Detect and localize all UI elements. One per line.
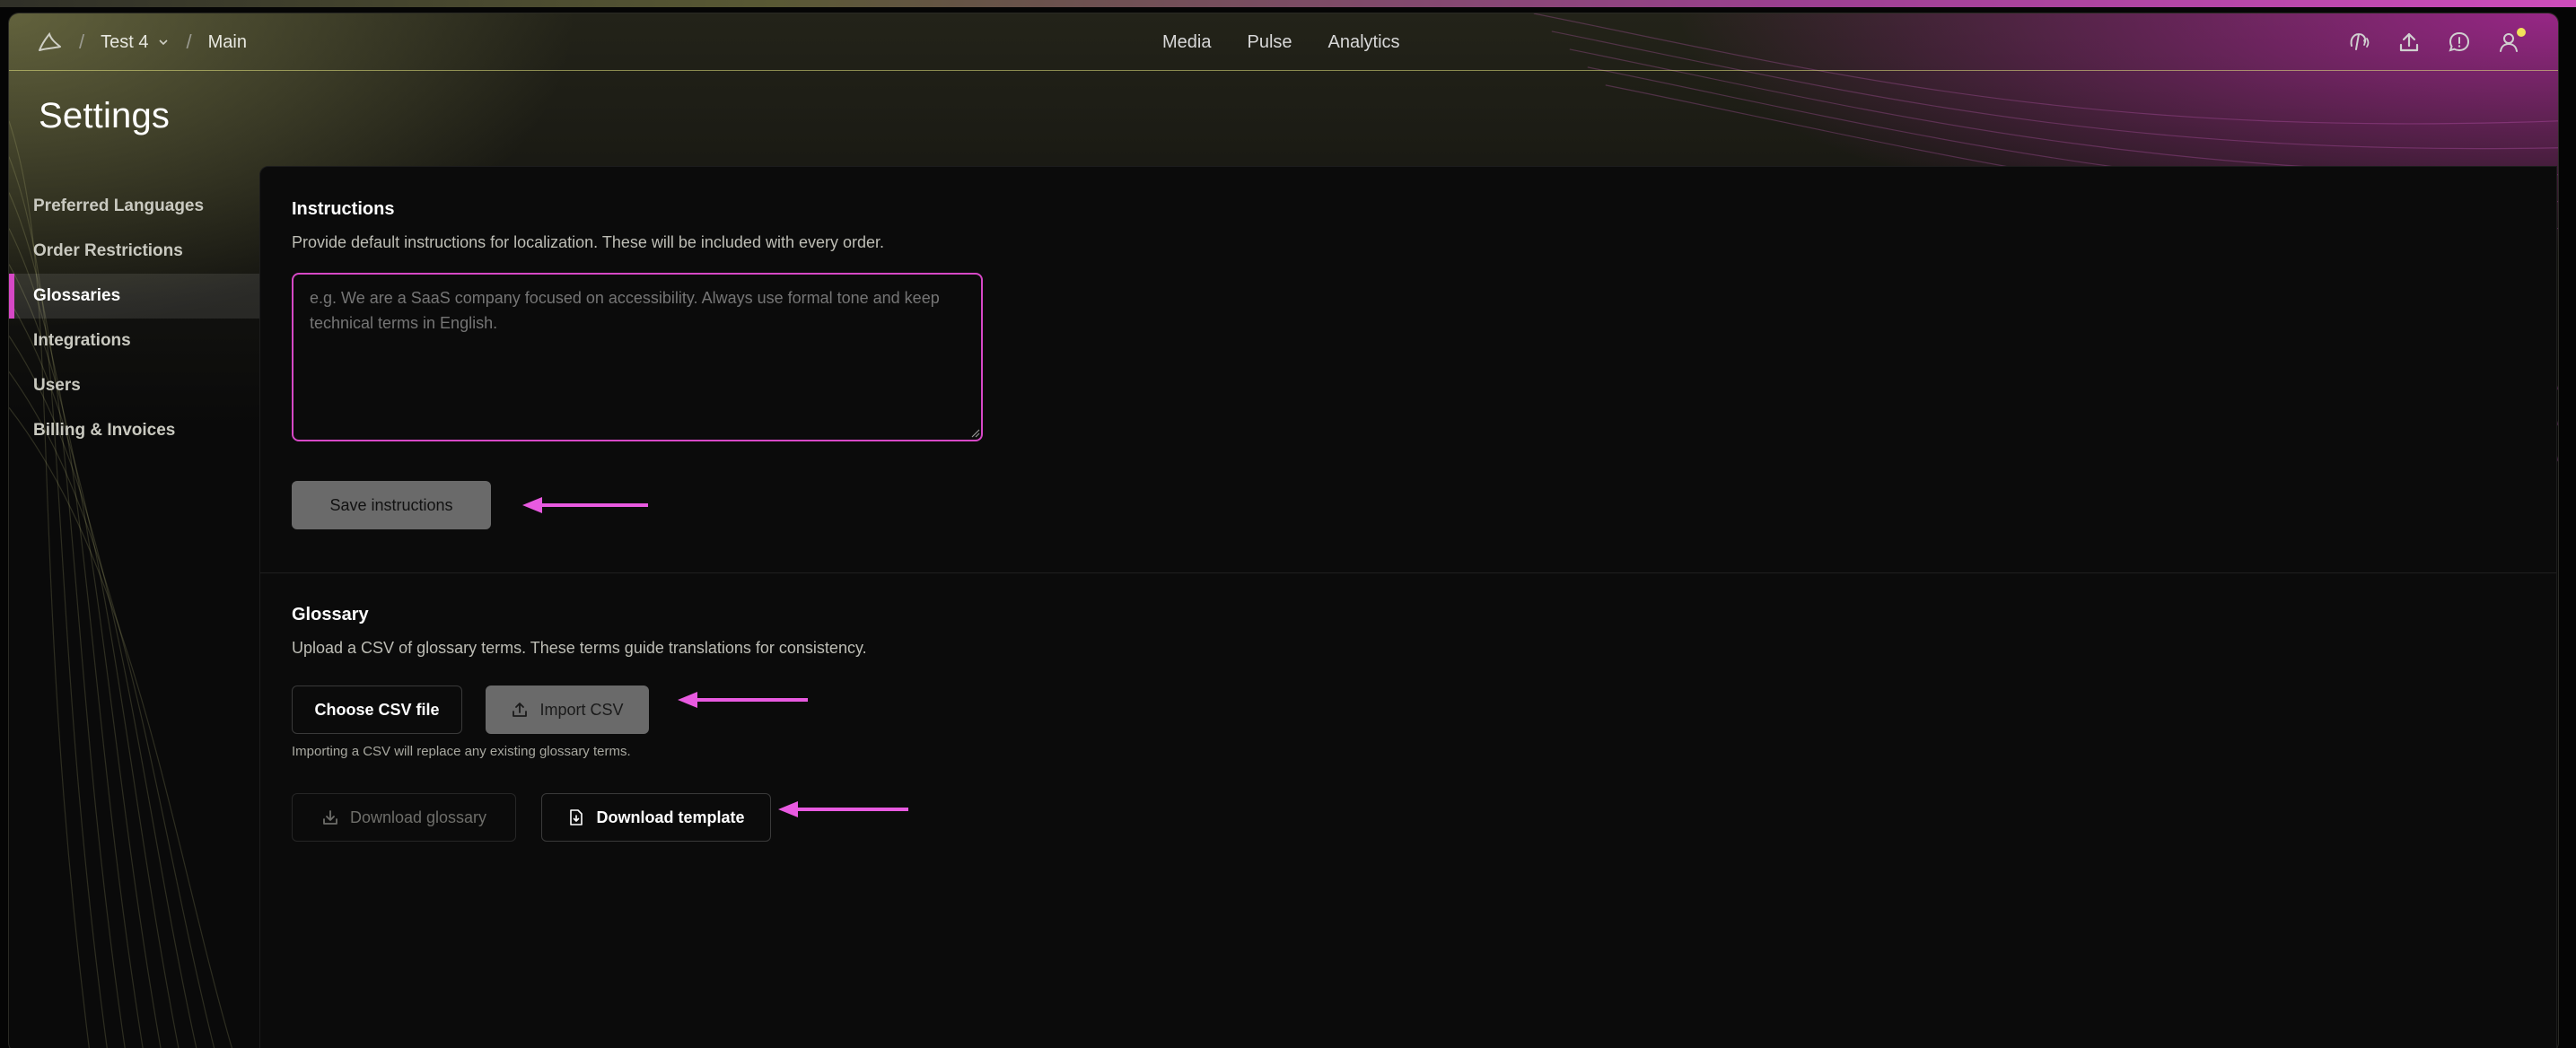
file-download-icon	[570, 809, 583, 825]
sidebar-item-label: Preferred Languages	[33, 196, 205, 215]
download-icon	[323, 810, 337, 825]
nav-analytics[interactable]: Analytics	[1328, 32, 1400, 53]
annotation-arrow	[522, 497, 648, 513]
sidebar-item-label: Glossaries	[33, 286, 121, 305]
sidebar-item-users[interactable]: Users	[9, 363, 260, 408]
sidebar-item-label: Users	[33, 376, 81, 395]
import-csv-button[interactable]: Import CSV	[486, 686, 649, 734]
breadcrumb-separator: /	[79, 31, 85, 53]
download-glossary-label: Download glossary	[349, 808, 487, 826]
chat-icon[interactable]	[2447, 30, 2472, 55]
toolbar-right	[2346, 13, 2526, 71]
import-csv-label: Import CSV	[539, 700, 624, 719]
import-warning-note: Importing a CSV will replace any existin…	[292, 744, 631, 759]
upload-icon	[513, 703, 528, 717]
save-instructions-button[interactable]: Save instructions	[292, 481, 491, 529]
breadcrumb-separator: /	[186, 31, 192, 53]
sidebar-item-label: Billing & Invoices	[33, 421, 176, 440]
instructions-input[interactable]	[292, 273, 983, 441]
top-navigation-bar: / Test 4 / Main Media Pulse Analytics	[9, 13, 2558, 71]
headset-icon[interactable]	[2346, 30, 2371, 55]
app-window: / Test 4 / Main Media Pulse Analytics Se…	[8, 13, 2559, 1048]
breadcrumb-project[interactable]: Test 4	[101, 32, 170, 53]
annotation-arrow	[678, 692, 808, 708]
nav-pulse[interactable]: Pulse	[1247, 32, 1292, 53]
breadcrumb-workspace[interactable]: Main	[208, 32, 247, 53]
upload-icon[interactable]	[2396, 30, 2422, 55]
sidebar-item-label: Order Restrictions	[33, 241, 183, 260]
download-glossary-button[interactable]: Download glossary	[292, 793, 516, 842]
breadcrumb-project-label: Test 4	[101, 31, 149, 52]
sidebar-item-integrations[interactable]: Integrations	[9, 319, 260, 363]
resize-handle-icon[interactable]	[969, 427, 980, 438]
save-instructions-label: Save instructions	[329, 495, 453, 514]
instructions-title: Instructions	[292, 199, 395, 219]
breadcrumb: / Test 4 / Main	[36, 13, 247, 71]
choose-csv-file-label: Choose CSV file	[314, 700, 440, 719]
sidebar-item-label: Integrations	[33, 331, 131, 350]
download-template-button[interactable]: Download template	[541, 793, 771, 842]
desktop-top-bar	[0, 0, 2576, 7]
sidebar-item-billing-invoices[interactable]: Billing & Invoices	[9, 408, 260, 453]
section-divider	[260, 572, 2556, 573]
notification-dot	[2517, 28, 2526, 37]
glossary-title: Glossary	[292, 605, 369, 624]
sidebar-item-order-restrictions[interactable]: Order Restrictions	[9, 229, 260, 274]
chevron-down-icon	[159, 39, 169, 46]
glossary-description: Upload a CSV of glossary terms. These te…	[292, 639, 867, 657]
choose-csv-file-button[interactable]: Choose CSV file	[292, 686, 462, 734]
annotation-arrow	[778, 801, 908, 817]
sidebar-item-glossaries[interactable]: Glossaries	[9, 274, 260, 319]
nav-media[interactable]: Media	[1162, 32, 1211, 53]
settings-sidebar: Preferred Languages Order Restrictions G…	[9, 184, 260, 453]
instructions-description: Provide default instructions for localiz…	[292, 233, 885, 251]
sidebar-item-preferred-languages[interactable]: Preferred Languages	[9, 184, 260, 229]
user-menu[interactable]	[2497, 28, 2526, 55]
breadcrumb-workspace-label: Main	[207, 31, 247, 52]
download-template-label: Download template	[596, 808, 745, 826]
app-logo-icon[interactable]	[36, 29, 63, 56]
screen: / Test 4 / Main Media Pulse Analytics Se…	[0, 0, 2576, 1048]
settings-content-panel: Instructions Provide default instruction…	[259, 166, 2557, 1048]
page-title: Settings	[39, 96, 171, 135]
main-nav: Media Pulse Analytics	[1162, 13, 1400, 71]
